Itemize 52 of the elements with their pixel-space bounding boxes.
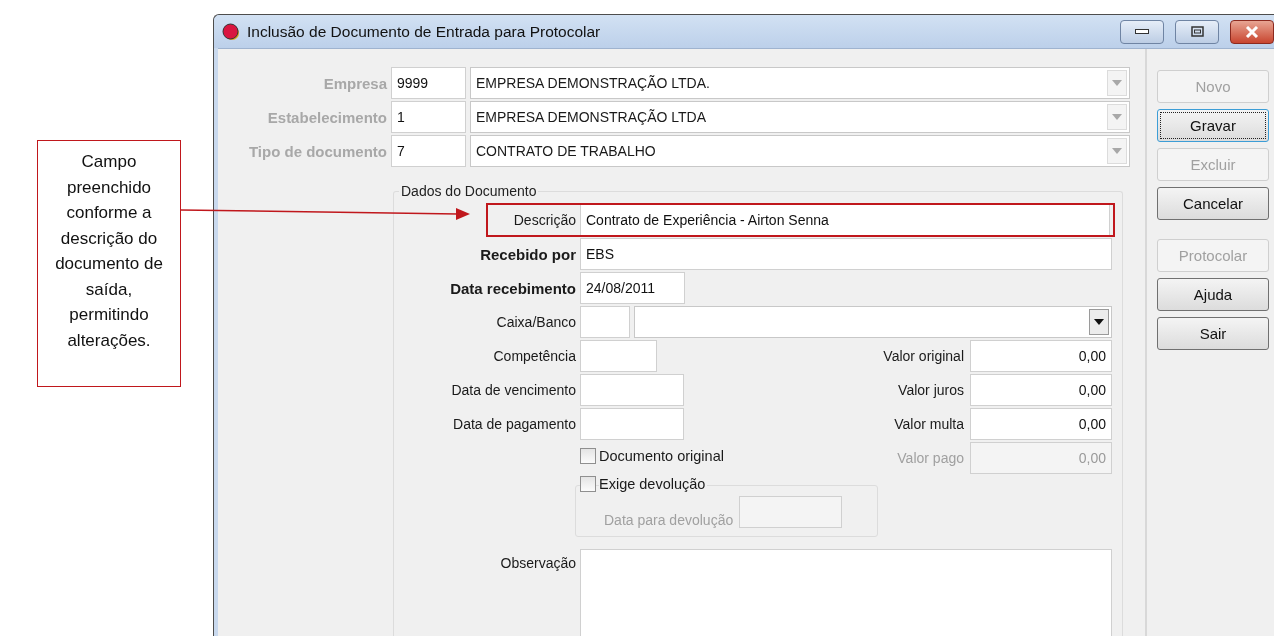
code-field[interactable] [580, 306, 630, 338]
field-label: Data para devolução [604, 512, 734, 528]
field-label: Valor juros [897, 382, 964, 398]
maximize-button[interactable] [1175, 19, 1219, 44]
field-label: Recebido por [479, 245, 576, 263]
field-label: Data de pagamento [452, 416, 576, 432]
description-field[interactable]: Contrato de Experiência - Airton Senna [580, 204, 1110, 236]
field-label: Empresa [322, 74, 387, 92]
caret-down-icon [1112, 114, 1122, 120]
amount-field[interactable]: 0,00 [970, 374, 1112, 406]
maximize-icon [1190, 26, 1204, 37]
field-label: Tipo de documento [247, 142, 387, 160]
field-label: Valor original [882, 348, 964, 364]
action-button[interactable]: Ajuda [1157, 278, 1269, 311]
dropdown-field[interactable] [634, 306, 1112, 338]
group-title: Dados do Documento [400, 183, 538, 199]
caret-down-icon [1112, 80, 1122, 86]
action-button[interactable]: Cancelar [1157, 187, 1269, 220]
text-field[interactable]: EBS [580, 238, 1112, 270]
field-label: Estabelecimento [266, 108, 387, 126]
checkbox[interactable] [580, 448, 596, 464]
date-field[interactable] [739, 496, 843, 528]
dropdown-button[interactable] [1089, 309, 1109, 335]
callout-note: Campo preenchido conforme a descrição do documento de saída, permitindo alterações. [37, 140, 181, 387]
field-label: Competência [492, 348, 576, 364]
checkbox[interactable] [580, 476, 596, 492]
field-label: Data recebimento [449, 279, 576, 297]
window-title: Inclusão de Documento de Entrada para Protocolar [247, 22, 602, 41]
checkbox-label: Documento original [599, 448, 726, 464]
field-label: Observação [499, 554, 576, 571]
action-button[interactable]: Sair [1157, 317, 1269, 350]
field-label: Caixa/Banco [495, 314, 576, 330]
minimize-icon [1135, 29, 1149, 34]
field-label: Data de vencimento [450, 382, 576, 398]
caret-down-icon [1112, 148, 1122, 154]
action-button[interactable]: Gravar [1157, 109, 1269, 142]
date-field[interactable] [580, 340, 657, 372]
close-icon [1245, 25, 1259, 38]
field-label: Valor multa [893, 416, 964, 432]
date-field[interactable] [580, 374, 684, 406]
close-button[interactable] [1230, 19, 1274, 44]
date-field[interactable] [580, 408, 684, 440]
app-icon [222, 22, 240, 41]
field-label: Descrição [512, 212, 576, 228]
notes-field[interactable] [580, 549, 1112, 636]
checkbox-label: Exige devolução [599, 476, 708, 492]
amount-field[interactable]: 0,00 [970, 340, 1112, 372]
caret-down-icon [1094, 319, 1104, 325]
amount-field[interactable]: 0,00 [970, 408, 1112, 440]
date-field[interactable]: 24/08/2011 [580, 272, 685, 304]
minimize-button[interactable] [1120, 19, 1164, 44]
field-label: Valor pago [896, 450, 964, 466]
